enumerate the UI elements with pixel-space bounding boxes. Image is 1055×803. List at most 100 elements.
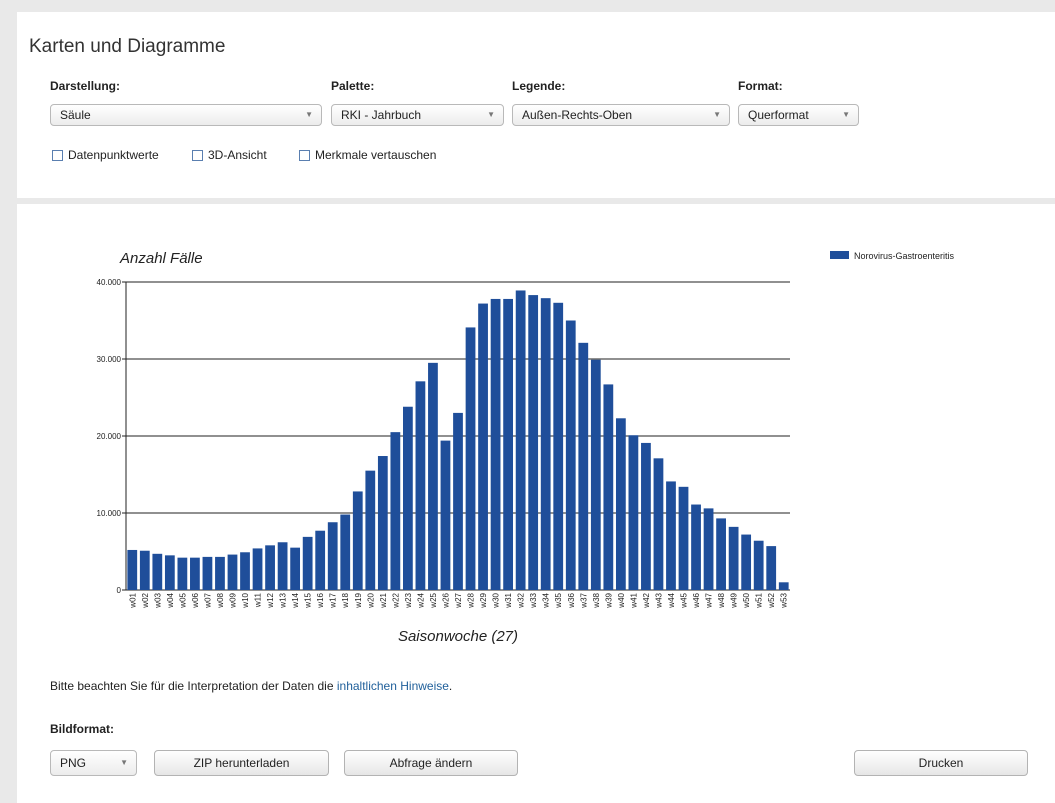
bar (202, 556, 213, 590)
bar (315, 530, 326, 590)
bar (352, 491, 363, 590)
bar (515, 290, 526, 590)
bar (440, 440, 451, 590)
note-text: Bitte beachten Sie für die Interpretatio… (50, 679, 337, 693)
x-tick-label: w22 (391, 592, 400, 608)
x-tick-label: w35 (554, 592, 563, 608)
bar (741, 534, 752, 590)
bar (691, 504, 701, 590)
hinweise-link[interactable]: inhaltlichen Hinweise (337, 679, 449, 693)
bar (778, 582, 789, 590)
bar (365, 470, 376, 590)
x-tick-label: w21 (379, 592, 388, 608)
bar (666, 481, 676, 590)
zip-download-button[interactable]: ZIP herunterladen (154, 750, 329, 776)
bar (641, 442, 651, 590)
bar (265, 545, 275, 590)
x-tick-label: w26 (441, 592, 450, 608)
interpretation-note: Bitte beachten Sie für die Interpretatio… (50, 679, 452, 693)
bar (215, 556, 225, 590)
x-tick-label: w47 (705, 592, 714, 608)
x-tick-label: w37 (579, 592, 588, 608)
note-suffix: . (448, 679, 453, 693)
x-tick-label: w42 (642, 592, 651, 608)
x-tick-label: w43 (654, 592, 663, 608)
bar (415, 381, 426, 590)
x-tick-label: w50 (742, 592, 751, 608)
bar (390, 432, 401, 590)
x-tick-label: w03 (153, 592, 162, 608)
x-tick-label: w09 (228, 592, 237, 608)
x-tick-label: w51 (755, 592, 764, 608)
x-tick-label: w46 (692, 592, 701, 608)
x-tick-label: w20 (366, 592, 375, 608)
x-tick-label: w11 (254, 592, 263, 608)
bar (139, 550, 150, 590)
bar (240, 552, 250, 590)
bildformat-select[interactable]: PNG ▼ (50, 750, 137, 776)
bar (565, 320, 576, 590)
x-tick-label: w07 (203, 592, 212, 608)
x-tick-label: w38 (592, 592, 601, 608)
x-tick-label: w27 (454, 592, 463, 608)
bar (127, 549, 138, 590)
x-tick-label: w06 (191, 592, 200, 608)
bar (578, 342, 589, 590)
x-tick-label: w15 (304, 592, 313, 608)
x-tick-label: w52 (767, 592, 776, 608)
x-tick-label: w08 (216, 592, 225, 608)
bar (252, 548, 263, 590)
x-tick-label: w49 (730, 592, 739, 608)
bar (302, 536, 313, 590)
y-tick-label: 40.000 (97, 278, 122, 287)
bar (277, 542, 288, 590)
x-tick-label: w32 (517, 592, 526, 608)
x-tick-label: w34 (542, 592, 551, 608)
x-tick-label: w12 (266, 592, 275, 608)
x-tick-label: w40 (617, 592, 626, 608)
x-tick-label: w04 (166, 592, 175, 608)
x-tick-label: w01 (128, 592, 137, 608)
bar (716, 518, 726, 590)
x-tick-label: w25 (429, 592, 438, 608)
abfrage-aendern-button[interactable]: Abfrage ändern (344, 750, 518, 776)
bar (553, 302, 564, 590)
x-tick-label: w23 (404, 592, 413, 608)
x-tick-label: w33 (529, 592, 538, 608)
bar (528, 295, 539, 590)
bildformat-value: PNG (60, 756, 87, 770)
bar (190, 557, 200, 590)
bar (590, 359, 601, 590)
x-tick-label: w30 (492, 592, 501, 608)
bildformat-label: Bildformat: (50, 722, 114, 736)
y-tick-label: 0 (117, 586, 122, 595)
x-tick-label: w29 (479, 592, 488, 608)
bar (753, 540, 764, 590)
y-axis-title: Anzahl Fälle (119, 250, 203, 267)
bar (152, 553, 163, 590)
x-tick-label: w28 (467, 592, 476, 608)
x-tick-label: w13 (279, 592, 288, 608)
bar (653, 458, 664, 590)
bar (540, 298, 551, 590)
x-tick-label: w41 (629, 592, 638, 608)
x-tick-label: w17 (329, 592, 338, 608)
x-tick-label: w45 (680, 592, 689, 608)
x-tick-label: w18 (341, 592, 350, 608)
bar (628, 435, 639, 590)
bar (340, 514, 351, 590)
x-tick-label: w16 (316, 592, 325, 608)
bar (403, 406, 413, 590)
x-tick-label: w36 (567, 592, 576, 608)
y-tick-label: 30.000 (97, 355, 122, 364)
x-tick-label: w53 (780, 592, 789, 608)
bar (164, 555, 175, 590)
bar (227, 554, 238, 590)
x-tick-label: w48 (717, 592, 726, 608)
bar (728, 526, 739, 590)
bar (428, 362, 438, 590)
bar (766, 546, 777, 590)
print-button[interactable]: Drucken (854, 750, 1028, 776)
bar (603, 384, 614, 590)
bar (290, 547, 301, 590)
